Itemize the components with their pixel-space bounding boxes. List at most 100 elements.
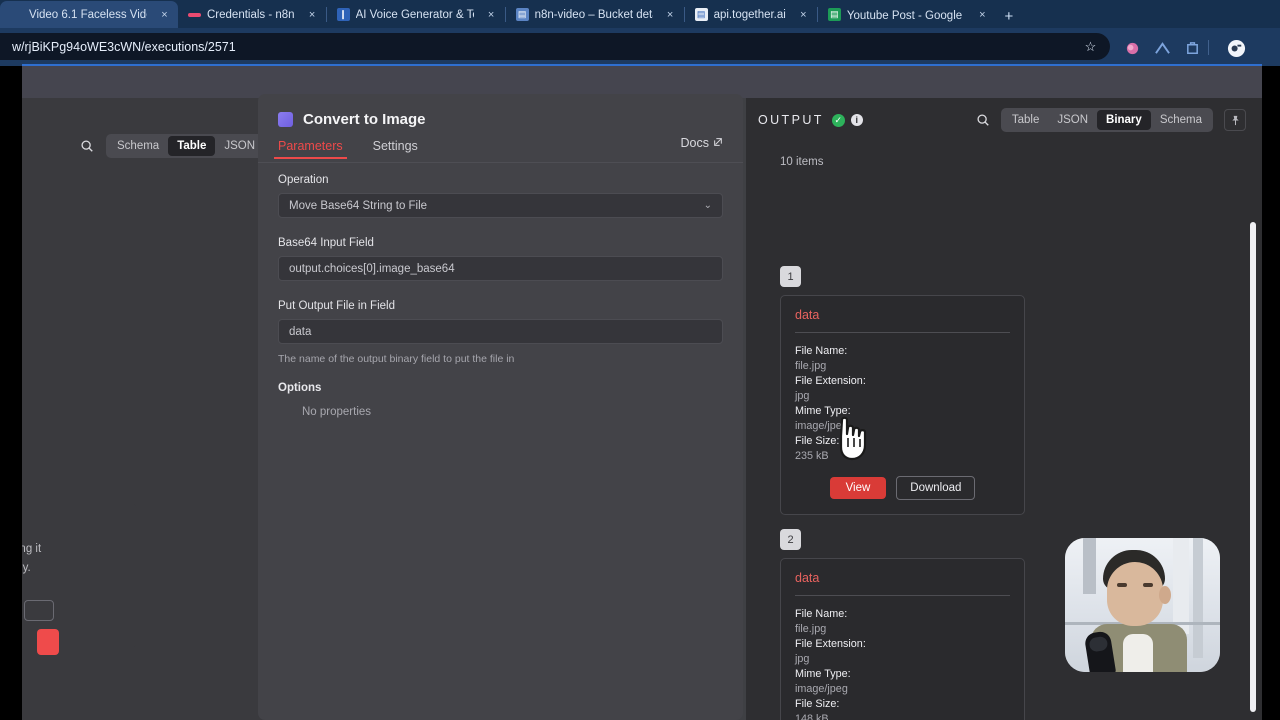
profile-icon[interactable] <box>1122 38 1142 58</box>
docs-label: Docs <box>680 136 709 150</box>
item-index-badge: 1 <box>780 266 801 287</box>
webcam-person-ear <box>1159 586 1171 604</box>
output-file-field[interactable]: data <box>278 319 723 344</box>
node-tabs: Parameters Settings <box>258 136 743 162</box>
close-icon[interactable]: × <box>484 7 499 22</box>
browser-tab-4[interactable]: ▤ api.together.ai × <box>685 1 817 28</box>
clipped-dialog-actions <box>22 600 59 655</box>
field-label: Operation <box>278 174 329 186</box>
bookmark-star-icon[interactable]: ☆ <box>1081 37 1100 56</box>
tab-parameters[interactable]: Parameters <box>274 139 347 159</box>
output-header: OUTPUT ✓ i Table JSON Binary Schema <box>746 98 1262 142</box>
close-icon[interactable]: × <box>975 7 990 22</box>
property-value: 148 kB <box>795 712 829 720</box>
clipped-dialog-secondary-button[interactable] <box>24 600 54 621</box>
input-panel-toolbar: Schema Table JSON <box>80 134 267 158</box>
node-type-icon <box>278 111 293 127</box>
clipped-dialog-line-1: f data. Displaying it <box>22 543 42 555</box>
extension-a-icon[interactable] <box>1152 38 1172 58</box>
browser-tab-title: Credentials - n8n <box>207 8 295 21</box>
browser-tab-2[interactable]: ❙ AI Voice Generator & Text to × <box>327 1 505 28</box>
binary-item-2: 2 data File Name: file.jpg File Extensio… <box>780 529 1025 720</box>
binary-card: data File Name: file.jpg File Extension:… <box>780 295 1025 515</box>
pin-icon[interactable] <box>1224 109 1246 131</box>
webcam-overlay <box>1065 538 1220 672</box>
tab-settings[interactable]: Settings <box>373 139 418 159</box>
browser-tab-3[interactable]: ▤ n8n-video – Bucket details - × <box>506 1 684 28</box>
base64-input-field[interactable]: output.choices[0].image_base64 <box>278 256 723 281</box>
binary-key: data <box>795 308 820 322</box>
browser-tab-title: Video 6.1 Faceless Video - <box>29 8 147 21</box>
browser-tab-0[interactable]: Video 6.1 Faceless Video - × <box>0 1 178 28</box>
tab-binary[interactable]: Binary <box>1097 110 1151 130</box>
clipped-dialog-title: ta? <box>22 513 125 529</box>
webcam-person-face <box>1107 562 1163 626</box>
close-icon[interactable]: × <box>663 7 678 22</box>
input-view-tabs: Schema Table JSON <box>106 134 267 158</box>
output-file-value: data <box>289 325 312 338</box>
property-value: file.jpg <box>795 622 827 635</box>
microphone-grill <box>1088 635 1109 653</box>
address-bar[interactable]: w/rjBiKPg94oWE3cWN/executions/2571 ☆ <box>0 33 1110 60</box>
browser-chrome: Video 6.1 Faceless Video - × Credentials… <box>0 0 1280 66</box>
operation-select[interactable]: Move Base64 String to File ⌄ <box>278 193 723 218</box>
view-button[interactable]: View <box>829 477 887 499</box>
property-label: Mime Type: <box>795 668 851 680</box>
clipped-dialog-body: f data. Displaying it wser temporarily. <box>22 540 125 578</box>
tab-json[interactable]: JSON <box>215 136 264 156</box>
property-value: jpg <box>795 652 810 665</box>
operation-value: Move Base64 String to File <box>289 199 428 212</box>
node-title: Convert to Image <box>303 110 426 128</box>
sheets-icon: ▤ <box>827 8 841 21</box>
close-icon[interactable]: × <box>305 7 320 22</box>
input-panel: Schema Table JSON ta? f data. Displaying… <box>22 98 280 720</box>
screen: Video 6.1 Faceless Video - × Credentials… <box>0 0 1280 720</box>
card-actions: View Download <box>795 476 1010 500</box>
browser-tab-5[interactable]: ▤ Youtube Post - Google 試算表 × <box>818 1 996 28</box>
voice-icon: ❙ <box>336 8 350 21</box>
clipped-dialog-primary-button[interactable] <box>37 629 59 655</box>
webcam-person-eye <box>1143 583 1153 587</box>
property-value: 235 kB <box>795 449 829 462</box>
options-label: Options <box>278 382 322 394</box>
search-icon[interactable] <box>80 139 94 153</box>
close-icon[interactable]: × <box>157 7 172 22</box>
no-properties-text: No properties <box>302 406 372 418</box>
browser-tab-title: api.together.ai <box>713 8 786 21</box>
download-button[interactable]: Download <box>896 476 976 500</box>
n8n-icon <box>188 12 201 17</box>
account-icon[interactable] <box>1226 38 1246 58</box>
page-icon: ▤ <box>694 8 708 21</box>
url-text: w/rjBiKPg94oWE3cWN/executions/2571 <box>12 39 236 54</box>
tab-schema[interactable]: Schema <box>108 136 168 156</box>
check-circle-icon: ✓ <box>831 113 845 127</box>
webcam-window-frame <box>1173 538 1189 634</box>
tab-json[interactable]: JSON <box>1048 110 1097 130</box>
binary-key: data <box>795 571 820 585</box>
browser-tab-title: n8n-video – Bucket details - <box>534 8 653 21</box>
tab-schema[interactable]: Schema <box>1151 110 1211 130</box>
webcam-person-shirt <box>1123 634 1153 672</box>
browser-tab-1[interactable]: Credentials - n8n × <box>178 1 326 28</box>
info-icon[interactable]: i <box>850 114 863 126</box>
output-item-count: 10 items <box>780 156 824 168</box>
tab-table[interactable]: Table <box>1003 110 1049 130</box>
output-toolbar: Table JSON Binary Schema <box>976 108 1246 132</box>
toolbar-divider <box>1208 40 1209 55</box>
webcam-person-eye <box>1117 583 1127 587</box>
extension-b-icon[interactable] <box>1182 38 1202 58</box>
docs-link[interactable]: Docs <box>681 136 723 150</box>
card-divider <box>795 595 1010 596</box>
new-tab-button[interactable]: + <box>996 4 1022 28</box>
property-label: File Extension: <box>795 638 866 650</box>
clipped-dialog-line-2: wser temporarily. <box>22 562 31 574</box>
close-icon[interactable]: × <box>796 7 811 22</box>
node-parameters-body: Operation Move Base64 String to File ⌄ B… <box>278 174 723 418</box>
browser-toolbar: w/rjBiKPg94oWE3cWN/executions/2571 ☆ <box>0 28 1280 66</box>
search-icon[interactable] <box>976 113 990 127</box>
tab-table[interactable]: Table <box>168 136 216 156</box>
browser-tab-title: AI Voice Generator & Text to <box>355 8 474 21</box>
chevron-down-icon: ⌄ <box>703 200 712 211</box>
webcam-window-frame <box>1083 538 1096 594</box>
scrollbar-thumb[interactable] <box>1250 222 1256 712</box>
